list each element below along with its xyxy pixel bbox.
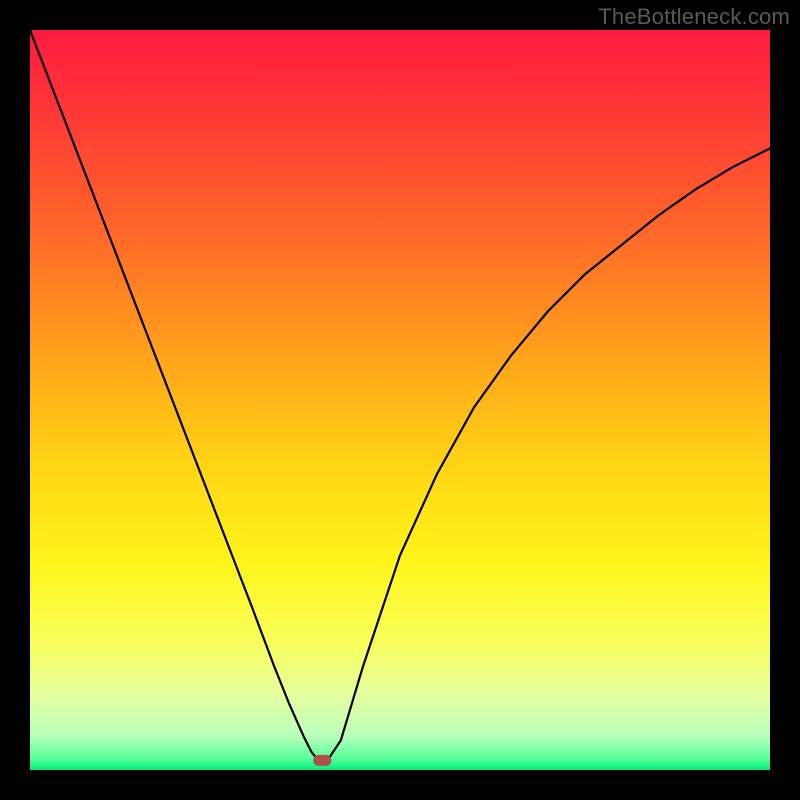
bottleneck-marker <box>313 755 331 766</box>
chart-frame: TheBottleneck.com <box>0 0 800 800</box>
watermark-text: TheBottleneck.com <box>598 4 790 30</box>
bottleneck-chart <box>30 30 770 770</box>
plot-area <box>30 30 770 770</box>
gradient-background <box>30 30 770 770</box>
